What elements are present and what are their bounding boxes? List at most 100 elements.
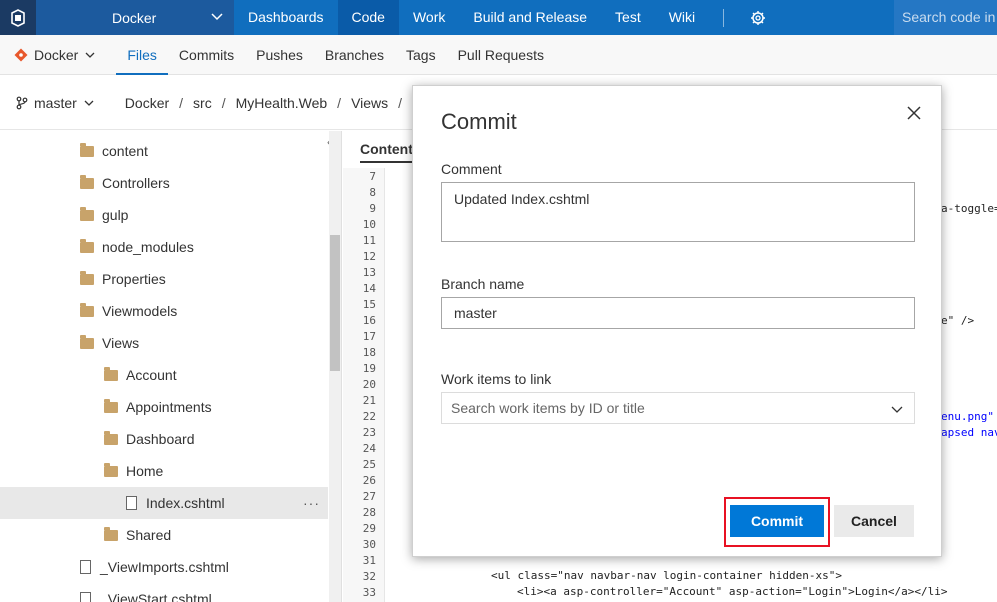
cancel-button[interactable]: Cancel xyxy=(834,505,914,537)
more-actions-icon[interactable]: ··· xyxy=(303,495,320,511)
tree-folder-item[interactable]: content xyxy=(0,135,328,167)
tree-folder-item[interactable]: Properties xyxy=(0,263,328,295)
line-number: 22 xyxy=(362,410,376,423)
breadcrumb-myhealth-web[interactable]: MyHealth.Web xyxy=(236,95,328,111)
chevron-down-icon[interactable] xyxy=(890,403,904,417)
line-number-gutter: 7 8 9 10 11 12 13 14 15 16 17 18 19 20 21 22 23 24 25 26 27 2… xyxy=(343,168,385,602)
tree-item-label: node_modules xyxy=(102,239,194,255)
nav-wiki[interactable]: Wiki xyxy=(655,0,709,35)
tree-file-item[interactable]: _ViewImports.cshtml xyxy=(0,551,328,583)
breadcrumb-separator: / xyxy=(337,94,342,111)
project-name: Docker xyxy=(112,9,157,26)
breadcrumb-separator: / xyxy=(179,94,184,111)
nav-dashboards[interactable]: Dashboards xyxy=(234,0,338,35)
folder-icon xyxy=(104,430,118,445)
nav-build-and-release[interactable]: Build and Release xyxy=(459,0,601,35)
project-selector[interactable]: Docker xyxy=(36,0,234,35)
line-number: 12 xyxy=(362,250,376,263)
commit-dialog: Commit Comment Branch name Work items to… xyxy=(412,85,942,557)
code-fragment: e" /> xyxy=(941,314,975,327)
tree-item-label: content xyxy=(102,143,148,159)
breadcrumb-src[interactable]: src xyxy=(193,95,212,111)
gear-icon[interactable] xyxy=(738,0,778,35)
tree-folder-item[interactable]: Appointments xyxy=(0,391,328,423)
folder-icon xyxy=(80,238,94,253)
tree-folder-item[interactable]: Viewmodels xyxy=(0,295,328,327)
code-hub-tabs: Docker Files Commits Pushes Branches Tag… xyxy=(0,35,997,75)
chevron-down-icon xyxy=(211,13,223,21)
line-number: 18 xyxy=(362,346,376,359)
tree-item-label: Views xyxy=(102,335,140,351)
tab-tags[interactable]: Tags xyxy=(395,35,447,75)
nav-test[interactable]: Test xyxy=(601,0,655,35)
code-fragment: apsed nav xyxy=(941,426,997,439)
line-number: 7 xyxy=(369,170,376,183)
folder-icon xyxy=(80,270,94,285)
chevron-down-icon xyxy=(84,100,94,106)
folder-icon xyxy=(104,462,118,477)
folder-icon xyxy=(80,206,94,221)
commit-button[interactable]: Commit xyxy=(730,505,824,537)
tree-file-item[interactable]: _ViewStart.cshtml xyxy=(0,583,328,602)
tree-folder-item[interactable]: Home xyxy=(0,455,328,487)
code-line-33: <li><a asp-controller="Account" asp-acti… xyxy=(517,585,948,598)
line-number: 31 xyxy=(362,554,376,567)
comment-field[interactable] xyxy=(441,182,915,242)
folder-icon xyxy=(80,174,94,189)
branch-name-field[interactable] xyxy=(441,297,915,329)
tab-contents[interactable]: Content xyxy=(360,141,413,163)
tab-pull-requests[interactable]: Pull Requests xyxy=(447,35,555,75)
tab-files[interactable]: Files xyxy=(116,35,168,75)
line-number: 29 xyxy=(362,522,376,535)
line-number: 24 xyxy=(362,442,376,455)
branch-icon xyxy=(16,96,28,109)
tree-item-label: gulp xyxy=(102,207,129,223)
tree-folder-item[interactable]: Account xyxy=(0,359,328,391)
tree-folder-item[interactable]: Dashboard xyxy=(0,423,328,455)
scrollbar-thumb[interactable] xyxy=(330,235,340,371)
line-number: 28 xyxy=(362,506,376,519)
folder-icon xyxy=(80,142,94,157)
tree-item-label: _ViewImports.cshtml xyxy=(100,559,229,575)
folder-icon xyxy=(104,366,118,381)
nav-divider xyxy=(723,8,725,27)
tab-branches[interactable]: Branches xyxy=(314,35,395,75)
tree-folder-item[interactable]: Shared xyxy=(0,519,328,551)
tree-item-label: Controllers xyxy=(102,175,170,191)
work-items-label: Work items to link xyxy=(441,371,552,387)
breadcrumb-separator: / xyxy=(398,94,403,111)
folder-icon xyxy=(104,526,118,541)
tree-folder-item[interactable]: node_modules xyxy=(0,231,328,263)
tree-item-label: Appointments xyxy=(126,399,212,415)
breadcrumb-docker[interactable]: Docker xyxy=(125,95,169,111)
branch-name: master xyxy=(34,94,77,111)
nav-work[interactable]: Work xyxy=(399,0,459,35)
tree-file-item[interactable]: Index.cshtml ··· xyxy=(0,487,328,519)
line-number: 16 xyxy=(362,314,376,327)
tree-folder-item[interactable]: Controllers xyxy=(0,167,328,199)
code-search-input[interactable]: Search code in xyxy=(894,0,997,35)
nav-code[interactable]: Code xyxy=(337,0,399,35)
comment-label: Comment xyxy=(441,161,502,177)
folder-icon xyxy=(80,302,94,317)
dialog-title: Commit xyxy=(441,109,517,134)
repo-selector[interactable]: Docker xyxy=(14,47,96,63)
close-icon[interactable] xyxy=(905,104,923,122)
branch-name-label: Branch name xyxy=(441,276,525,292)
tree-folder-item[interactable]: Views xyxy=(0,327,328,359)
tree-folder-item[interactable]: gulp xyxy=(0,199,328,231)
branch-selector[interactable]: master xyxy=(16,95,95,111)
tab-commits[interactable]: Commits xyxy=(168,35,245,75)
breadcrumb-views[interactable]: Views xyxy=(351,95,388,111)
line-number: 19 xyxy=(362,362,376,375)
tree-item-label: Shared xyxy=(126,527,172,543)
line-number: 20 xyxy=(362,378,376,391)
vsts-logo-icon[interactable] xyxy=(0,0,36,35)
work-items-search-input[interactable]: Search work items by ID or title xyxy=(441,392,915,424)
line-number: 25 xyxy=(362,458,376,471)
line-number: 26 xyxy=(362,474,376,487)
file-icon xyxy=(126,496,137,510)
tab-pushes[interactable]: Pushes xyxy=(245,35,314,75)
line-number: 17 xyxy=(362,330,376,343)
tree-scrollbar[interactable] xyxy=(329,131,341,602)
